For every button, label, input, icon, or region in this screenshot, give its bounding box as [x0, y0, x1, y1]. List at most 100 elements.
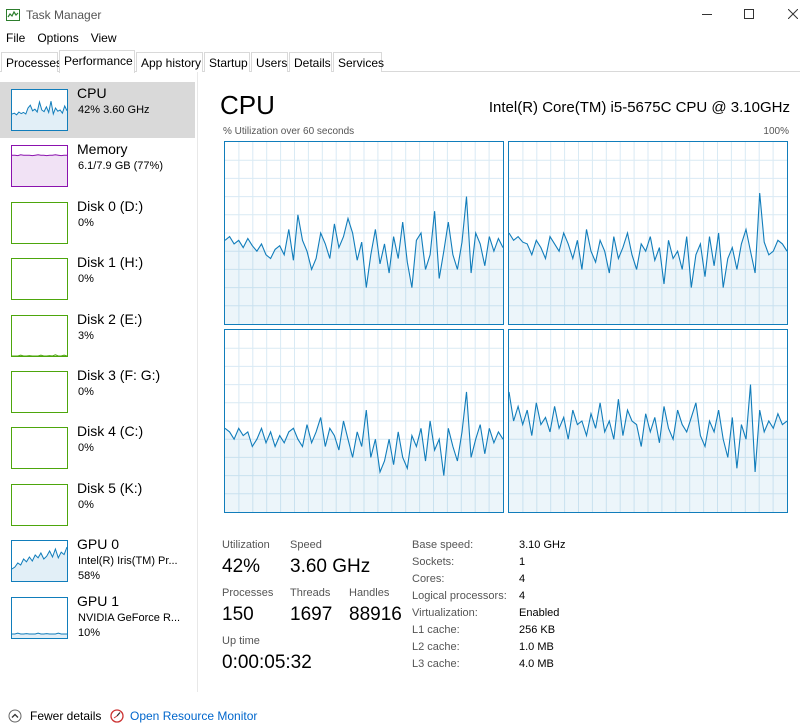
tab-users[interactable]: Users: [251, 52, 288, 72]
window-title: Task Manager: [26, 8, 102, 22]
tab-services[interactable]: Services: [333, 52, 384, 72]
cpu-core-graph: [224, 141, 504, 325]
thumbnail-graph: [11, 371, 68, 413]
prop-logical-value: 4: [519, 590, 526, 602]
sidebar-item-title: GPU 0: [77, 536, 120, 553]
handles-label: Handles: [349, 587, 390, 599]
maximize-button[interactable]: [726, 0, 772, 29]
sidebar-item-usage: 10%: [78, 626, 101, 639]
sidebar-item-disk-5[interactable]: Disk 5 (K:) 0%: [0, 477, 195, 533]
sidebar-item-title: GPU 1: [77, 592, 120, 609]
menu-bar: File Options View: [0, 29, 123, 49]
tab-performance[interactable]: Performance: [59, 50, 135, 73]
utilization-label: Utilization: [222, 539, 270, 551]
thumbnail-graph: [11, 314, 68, 357]
maximize-icon: [744, 8, 754, 22]
menu-options[interactable]: Options: [31, 29, 84, 49]
prop-l2-label: L2 cache:: [412, 641, 460, 653]
menu-view[interactable]: View: [85, 29, 123, 49]
uptime-value: 0:00:05:32: [222, 652, 312, 673]
tab-bar: Processes Performance App history Startu…: [0, 50, 800, 73]
page-title: CPU: [220, 90, 275, 120]
processes-label: Processes: [222, 587, 274, 599]
prop-l3-label: L3 cache:: [412, 658, 460, 670]
task-manager-icon: [6, 8, 20, 22]
thumbnail-graph: [11, 89, 68, 131]
prop-base-speed-label: Base speed:: [412, 539, 474, 551]
minimize-icon: [702, 8, 712, 22]
thumbnail-graph: [11, 540, 68, 583]
open-resource-monitor-link[interactable]: Open Resource Monitor: [130, 709, 257, 723]
graph-max-label: 100%: [763, 126, 789, 137]
sidebar-item-detail: NVIDIA GeForce R...: [78, 611, 181, 624]
thumbnail-graph: [11, 145, 68, 188]
sidebar-item-disk-0[interactable]: Disk 0 (D:) 0%: [0, 195, 195, 251]
prop-sockets-value: 1: [519, 556, 526, 568]
tab-startup[interactable]: Startup: [204, 52, 250, 72]
close-button[interactable]: [770, 0, 800, 29]
tab-processes[interactable]: Processes: [1, 52, 62, 72]
resource-monitor-icon: [110, 709, 124, 726]
prop-base-speed-value: 3.10 GHz: [519, 539, 566, 551]
sidebar-item-detail: Intel(R) Iris(TM) Pr...: [78, 555, 178, 568]
sidebar-item-disk-2[interactable]: Disk 2 (E:) 3%: [0, 308, 195, 364]
close-icon: [787, 8, 799, 22]
fewer-details-button[interactable]: Fewer details: [30, 709, 101, 723]
sidebar-item-detail: 0%: [78, 216, 94, 229]
threads-value: 1697: [290, 604, 333, 625]
chevron-up-icon[interactable]: [8, 709, 22, 726]
graph-caption: % Utilization over 60 seconds: [223, 126, 355, 137]
sidebar-item-detail: 0%: [78, 498, 94, 511]
sidebar-item-usage: 58%: [78, 570, 101, 583]
sidebar-item-gpu-1[interactable]: GPU 1 NVIDIA GeForce R... 10%: [0, 590, 195, 646]
cpu-core-graph: [224, 329, 504, 513]
sidebar-item-detail: 0%: [78, 386, 94, 398]
cpu-core-graph: [508, 141, 788, 325]
cpu-model: Intel(R) Core(TM) i5-5675C CPU @ 3.10GHz: [488, 99, 790, 116]
prop-l1-label: L1 cache:: [412, 624, 460, 636]
speed-value: 3.60 GHz: [290, 556, 371, 577]
tab-app-history[interactable]: App history: [136, 52, 203, 72]
cpu-core-graph: [508, 329, 788, 513]
prop-l2-value: 1.0 MB: [519, 641, 554, 653]
sidebar-item-title: Disk 1 (H:): [77, 254, 144, 271]
sidebar-item-detail: 0%: [78, 273, 94, 286]
sidebar-item-disk-4[interactable]: Disk 4 (C:) 0%: [0, 420, 195, 476]
processes-value: 150: [222, 604, 254, 625]
sidebar-item-cpu[interactable]: CPU 42% 3.60 GHz: [0, 82, 195, 138]
prop-cores-label: Cores:: [412, 573, 445, 585]
prop-sockets-label: Sockets:: [412, 556, 455, 568]
resource-list: CPU 42% 3.60 GHz Memory 6.1/7.9 GB (77%) Dis…: [0, 72, 198, 692]
prop-cores-value: 4: [519, 573, 526, 585]
speed-label: Speed: [290, 539, 322, 551]
sidebar-item-detail: 0%: [78, 442, 94, 455]
sidebar-item-detail: 42% 3.60 GHz: [78, 104, 150, 116]
sidebar-item-disk-3[interactable]: Disk 3 (F: G:) 0%: [0, 364, 195, 420]
uptime-label: Up time: [222, 635, 260, 647]
sidebar-item-title: CPU: [77, 85, 107, 101]
sidebar-item-gpu-0[interactable]: GPU 0 Intel(R) Iris(TM) Pr... 58%: [0, 533, 195, 589]
sidebar-item-title: Disk 0 (D:): [77, 197, 144, 214]
prop-l1-value: 256 KB: [519, 624, 556, 636]
title-bar: Task Manager: [0, 0, 800, 29]
sidebar-item-detail: 6.1/7.9 GB (77%): [78, 160, 163, 173]
sidebar-item-disk-1[interactable]: Disk 1 (H:) 0%: [0, 251, 195, 307]
prop-virtualization-value: Enabled: [519, 607, 560, 619]
sidebar-item-title: Memory: [77, 141, 128, 158]
thumbnail-graph: [11, 201, 68, 244]
sidebar-item-title: Disk 2 (E:): [77, 310, 143, 327]
footer: Fewer details Open Resource Monitor: [0, 700, 800, 727]
handles-value: 88916: [349, 604, 402, 625]
menu-file[interactable]: File: [0, 29, 31, 49]
sidebar-item-memory[interactable]: Memory 6.1/7.9 GB (77%): [0, 138, 195, 194]
thumbnail-graph: [11, 483, 68, 526]
tab-details[interactable]: Details: [289, 52, 332, 72]
minimize-button[interactable]: [684, 0, 730, 29]
thumbnail-graph: [11, 596, 68, 639]
sidebar-item-title: Disk 3 (F: G:): [77, 367, 161, 383]
thumbnail-graph: [11, 427, 68, 470]
sidebar-item-detail: 3%: [78, 329, 94, 342]
prop-l3-value: 4.0 MB: [519, 658, 554, 670]
threads-label: Threads: [290, 587, 331, 599]
prop-virtualization-label: Virtualization:: [412, 607, 478, 619]
